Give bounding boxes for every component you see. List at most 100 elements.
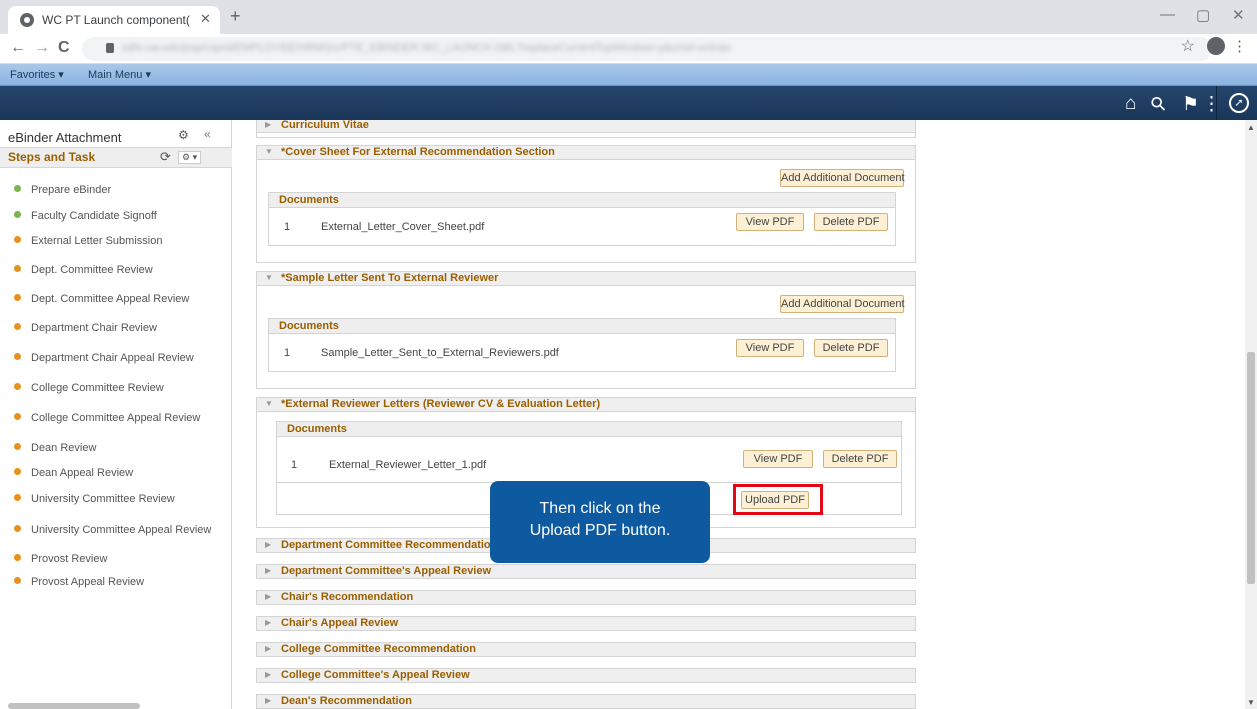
navbar-compass-icon[interactable]: ➚: [1229, 93, 1249, 113]
step-label: College Committee Appeal Review: [31, 412, 201, 424]
delete-pdf-button[interactable]: Delete PDF: [814, 213, 888, 231]
lock-icon: [106, 43, 114, 53]
step-university-committee-review[interactable]: University Committee Review: [14, 493, 175, 505]
main-menu[interactable]: Main Menu ▾: [88, 68, 151, 81]
collapse-sidebar-icon[interactable]: «: [204, 127, 211, 141]
section-title: Dean's Recommendation: [281, 695, 412, 707]
step-external-letter-submission[interactable]: External Letter Submission: [14, 235, 162, 247]
file-name: External_Letter_Cover_Sheet.pdf: [321, 221, 485, 233]
step-label: Dean Review: [31, 442, 97, 454]
step-dept-committee-appeal-review[interactable]: Dept. Committee Appeal Review: [14, 293, 189, 305]
step-dept-committee-review[interactable]: Dept. Committee Review: [14, 264, 153, 276]
browser-tab[interactable]: WC PT Launch component(Hidden ✕: [8, 6, 220, 34]
section-header-chair-recommendation[interactable]: ▶ Chair's Recommendation: [256, 590, 916, 605]
expand-arrow-icon: ▶: [265, 670, 272, 679]
expand-arrow-icon: ▶: [265, 120, 272, 129]
section-header-department-committee-appeal-review[interactable]: ▶ Department Committee's Appeal Review: [256, 564, 916, 579]
step-label: Dept. Committee Appeal Review: [31, 293, 190, 305]
step-dean-appeal-review[interactable]: Dean Appeal Review: [14, 467, 133, 479]
step-provost-review[interactable]: Provost Review: [14, 553, 107, 565]
step-dean-review[interactable]: Dean Review: [14, 442, 96, 454]
scrollbar-thumb[interactable]: [1247, 352, 1255, 584]
home-icon[interactable]: ⌂: [1125, 93, 1136, 115]
search-icon[interactable]: ⚲: [1146, 91, 1172, 117]
scroll-up-arrow-icon[interactable]: ▲: [1247, 123, 1255, 132]
bookmark-star-icon[interactable]: ☆: [1181, 36, 1195, 56]
section-header-curriculum-vitae[interactable]: ▶ Curriculum Vitae: [256, 120, 916, 133]
step-label: Prepare eBinder: [31, 184, 112, 196]
steps-options-icon[interactable]: ⚙ ▾: [178, 151, 202, 164]
pending-status-icon: [14, 265, 21, 272]
view-pdf-button[interactable]: View PDF: [743, 450, 813, 468]
documents-header-label: Documents: [279, 194, 339, 206]
section-header-college-committee-recommendation[interactable]: ▶ College Committee Recommendation: [256, 642, 916, 657]
collapse-arrow-icon: ▼: [265, 147, 273, 156]
step-label: Department Chair Review: [31, 322, 157, 334]
step-faculty-candidate-signoff[interactable]: Faculty Candidate Signoff: [14, 210, 157, 222]
refresh-icon[interactable]: ⟳: [160, 149, 171, 165]
section-title: Department Committee Recommendation: [281, 539, 498, 551]
sidebar-settings-icon[interactable]: ⚙: [178, 128, 189, 142]
section-title: Curriculum Vitae: [281, 120, 369, 131]
pending-status-icon: [14, 468, 21, 475]
step-college-committee-review[interactable]: College Committee Review: [14, 382, 164, 394]
step-department-chair-review[interactable]: Department Chair Review: [14, 322, 157, 334]
close-tab-icon[interactable]: ✕: [200, 11, 211, 27]
documents-header: Documents: [269, 193, 895, 208]
section-header-sample-letter[interactable]: ▼ *Sample Letter Sent To External Review…: [256, 271, 916, 286]
delete-pdf-button[interactable]: Delete PDF: [814, 339, 888, 357]
favorites-menu[interactable]: Favorites ▾: [10, 68, 64, 81]
minimize-window-icon[interactable]: —: [1160, 6, 1175, 23]
view-pdf-button[interactable]: View PDF: [736, 213, 804, 231]
section-title: Chair's Appeal Review: [281, 617, 399, 629]
browser-menu-icon[interactable]: ⋮: [1232, 37, 1247, 55]
profile-avatar-icon[interactable]: [1207, 37, 1225, 55]
step-label: Provost Appeal Review: [31, 576, 145, 588]
sidebar-title: eBinder Attachment: [8, 130, 122, 145]
forward-icon[interactable]: →: [34, 39, 50, 57]
pending-status-icon: [14, 413, 21, 420]
section-title: Chair's Recommendation: [281, 591, 414, 603]
close-window-icon[interactable]: ✕: [1232, 6, 1245, 24]
reload-icon[interactable]: C: [58, 39, 70, 57]
step-prepare-ebinder[interactable]: Prepare eBinder: [14, 184, 111, 196]
steps-header: Steps and Task ⟳ ⚙ ▾: [0, 148, 232, 168]
step-department-chair-appeal-review[interactable]: Department Chair Appeal Review: [14, 352, 194, 364]
section-header-cover-sheet[interactable]: ▼ *Cover Sheet For External Recommendati…: [256, 145, 916, 160]
page-vertical-scrollbar[interactable]: ▲ ▼: [1245, 120, 1257, 709]
expand-arrow-icon: ▶: [265, 696, 272, 705]
new-tab-icon[interactable]: +: [230, 6, 241, 27]
add-additional-document-button[interactable]: Add Additional Document: [780, 169, 905, 187]
section-header-chair-appeal-review[interactable]: ▶ Chair's Appeal Review: [256, 616, 916, 631]
section-header-college-committee-appeal-review[interactable]: ▶ College Committee's Appeal Review: [256, 668, 916, 683]
address-bar[interactable]: sdhr.uw.edu/psp/csprd/EMPLOYEE/HRMS/c/PT…: [82, 37, 1212, 61]
step-label: External Letter Submission: [31, 235, 163, 247]
pending-status-icon: [14, 383, 21, 390]
complete-status-icon: [14, 185, 21, 192]
sidebar-horizontal-scrollbar[interactable]: [8, 703, 140, 709]
actions-menu-icon[interactable]: ⋮: [1202, 93, 1221, 116]
step-college-committee-appeal-review[interactable]: College Committee Appeal Review: [14, 412, 200, 424]
section-header-dean-recommendation[interactable]: ▶ Dean's Recommendation: [256, 694, 916, 709]
step-university-committee-appeal-review[interactable]: University Committee Appeal Review: [14, 524, 211, 536]
browser-tab-bar: WC PT Launch component(Hidden ✕ + — ▢ ✕: [0, 0, 1257, 34]
file-name: Sample_Letter_Sent_to_External_Reviewers…: [321, 347, 559, 359]
section-title: College Committee Recommendation: [281, 643, 476, 655]
expand-arrow-icon: ▶: [265, 566, 272, 575]
back-icon[interactable]: ←: [10, 39, 26, 57]
flag-icon[interactable]: ⚑: [1182, 93, 1199, 116]
restore-window-icon[interactable]: ▢: [1196, 6, 1210, 24]
step-label: Dean Appeal Review: [31, 467, 134, 479]
navbar-divider: [1216, 86, 1217, 120]
url-text[interactable]: sdhr.uw.edu/psp/csprd/EMPLOYEE/HRMS/c/PT…: [122, 42, 922, 54]
documents-header-label: Documents: [279, 320, 339, 332]
step-provost-appeal-review[interactable]: Provost Appeal Review: [14, 576, 144, 588]
section-body-curriculum-vitae: [256, 133, 916, 138]
scroll-down-arrow-icon[interactable]: ▼: [1247, 698, 1255, 707]
steps-title: Steps and Task: [8, 150, 96, 164]
delete-pdf-button[interactable]: Delete PDF: [823, 450, 897, 468]
add-additional-document-button[interactable]: Add Additional Document: [780, 295, 905, 313]
row-number: 1: [284, 347, 291, 359]
view-pdf-button[interactable]: View PDF: [736, 339, 804, 357]
section-header-external-reviewer-letters[interactable]: ▼ *External Reviewer Letters (Reviewer C…: [256, 397, 916, 412]
